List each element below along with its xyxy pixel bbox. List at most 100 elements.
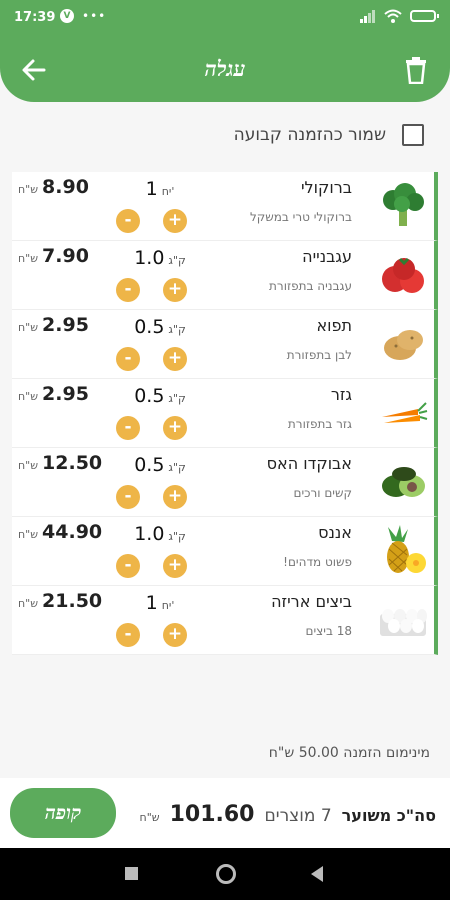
item-description: 18 ביצים	[305, 624, 352, 638]
quantity-unit: ק"ג	[168, 392, 186, 405]
system-back-icon[interactable]	[311, 866, 323, 882]
item-price: 44.90 ש"ח	[18, 521, 102, 543]
checkout-button[interactable]: קופה	[10, 788, 116, 838]
quantity-value: 1.0	[134, 247, 165, 269]
item-quantity: 1 יח'	[120, 592, 200, 614]
item-price: 12.50 ש"ח	[18, 452, 102, 474]
item-price: 2.95 ש"ח	[18, 383, 89, 405]
quantity-unit: יח'	[161, 185, 175, 198]
decrease-button[interactable]: -	[116, 416, 140, 440]
item-name: גזר	[330, 385, 352, 404]
potato-icon	[384, 330, 423, 360]
item-description: ברוקולי טרי במשקל	[249, 210, 352, 224]
decrease-button[interactable]: -	[116, 623, 140, 647]
decrease-button[interactable]: -	[116, 209, 140, 233]
decrease-button[interactable]: -	[116, 485, 140, 509]
item-description: עגבניה בתפזורת	[269, 279, 352, 293]
price-currency: ש"ח	[18, 390, 39, 403]
more-notifications-icon: •••	[82, 9, 107, 23]
avocado-icon	[382, 467, 425, 497]
increase-button[interactable]: +	[163, 347, 187, 371]
item-quantity: 0.5 ק"ג	[120, 385, 200, 407]
increase-button[interactable]: +	[163, 623, 187, 647]
item-price: 2.95 ש"ח	[18, 314, 89, 336]
quantity-value: 0.5	[134, 385, 165, 407]
cart-total: סה"כ משוער 7 מוצרים 101.60 ש"ח	[140, 802, 436, 827]
eggs-icon	[380, 609, 427, 636]
app-bar: עגלה	[0, 38, 450, 102]
cart-item: אבוקדו האס קשים ורכים 0.5 ק"ג 12.50 ש"ח …	[12, 448, 438, 517]
pineapple-icon	[387, 525, 426, 573]
increase-button[interactable]: +	[163, 554, 187, 578]
item-description: פשוט מדהים!	[283, 555, 352, 569]
item-quantity: 1.0 ק"ג	[120, 523, 200, 545]
increase-button[interactable]: +	[163, 485, 187, 509]
quantity-value: 0.5	[134, 454, 165, 476]
home-icon[interactable]	[216, 864, 236, 884]
price-currency: ש"ח	[18, 252, 39, 265]
status-time: 17:39	[14, 10, 56, 25]
item-price: 7.90 ש"ח	[18, 245, 89, 267]
item-count: 7 מוצרים	[264, 806, 332, 826]
decrease-button[interactable]: -	[116, 278, 140, 302]
item-quantity: 0.5 ק"ג	[120, 316, 200, 338]
item-description: גזר בתפזורת	[287, 417, 352, 431]
item-description: קשים ורכים	[293, 486, 352, 500]
item-name: ביצים אריזה	[271, 592, 352, 611]
trash-icon[interactable]	[404, 56, 428, 84]
item-description: לבן בתפזורת	[286, 348, 352, 362]
broccoli-icon	[383, 183, 424, 226]
v-badge-icon: V	[60, 9, 74, 23]
minimum-order-note: מינימום הזמנה 50.00 ש"ח	[268, 745, 430, 761]
system-nav-bar	[0, 848, 450, 900]
decrease-button[interactable]: -	[116, 347, 140, 371]
price-value: 44.90	[42, 521, 103, 543]
item-price: 21.50 ש"ח	[18, 590, 102, 612]
price-value: 7.90	[42, 245, 89, 267]
signal-icon	[360, 10, 375, 23]
item-quantity: 1.0 ק"ג	[120, 247, 200, 269]
increase-button[interactable]: +	[163, 278, 187, 302]
quantity-value: 1	[145, 592, 158, 614]
tomato-icon	[382, 257, 424, 293]
status-bar: 17:39 V •••	[0, 0, 450, 38]
standing-order-label: שמור כהזמנה קבועה	[233, 125, 386, 145]
increase-button[interactable]: +	[163, 209, 187, 233]
page-title: עגלה	[204, 56, 246, 81]
item-quantity: 0.5 ק"ג	[120, 454, 200, 476]
item-quantity: 1 יח'	[120, 178, 200, 200]
wifi-icon	[384, 9, 402, 23]
cart-item: ביצים אריזה 18 ביצים 1 יח' 21.50 ש"ח - +	[12, 586, 438, 655]
cart-item: תפוא לבן בתפזורת 0.5 ק"ג 2.95 ש"ח - +	[12, 310, 438, 379]
carrot-icon	[382, 402, 428, 423]
total-currency: ש"ח	[139, 811, 160, 824]
quantity-unit: ק"ג	[168, 461, 186, 474]
quantity-value: 1	[145, 178, 158, 200]
recents-icon[interactable]	[125, 867, 138, 880]
status-right-icons	[360, 9, 439, 23]
cart-list: ברוקולי ברוקולי טרי במשקל 1 יח' 8.90 ש"ח…	[12, 172, 438, 655]
quantity-unit: יח'	[161, 599, 175, 612]
increase-button[interactable]: +	[163, 416, 187, 440]
quantity-unit: ק"ג	[168, 530, 186, 543]
standing-order-row[interactable]: שמור כהזמנה קבועה	[234, 124, 424, 146]
item-price: 8.90 ש"ח	[18, 176, 89, 198]
item-name: תפוא	[316, 316, 352, 335]
quantity-value: 0.5	[134, 316, 165, 338]
item-name: אננס	[318, 523, 352, 542]
price-value: 12.50	[42, 452, 103, 474]
cart-item: אננס פשוט מדהים! 1.0 ק"ג 44.90 ש"ח - +	[12, 517, 438, 586]
battery-icon	[410, 10, 439, 22]
total-amount: 101.60	[169, 802, 255, 827]
decrease-button[interactable]: -	[116, 554, 140, 578]
standing-order-checkbox[interactable]	[402, 124, 424, 146]
price-currency: ש"ח	[18, 183, 39, 196]
price-value: 2.95	[42, 383, 89, 405]
item-name: עגבנייה	[302, 247, 352, 266]
item-name: ברוקולי	[300, 178, 352, 197]
quantity-value: 1.0	[134, 523, 165, 545]
price-currency: ש"ח	[18, 597, 39, 610]
price-currency: ש"ח	[18, 459, 39, 472]
price-value: 8.90	[42, 176, 89, 198]
item-name: אבוקדו האס	[266, 454, 352, 473]
